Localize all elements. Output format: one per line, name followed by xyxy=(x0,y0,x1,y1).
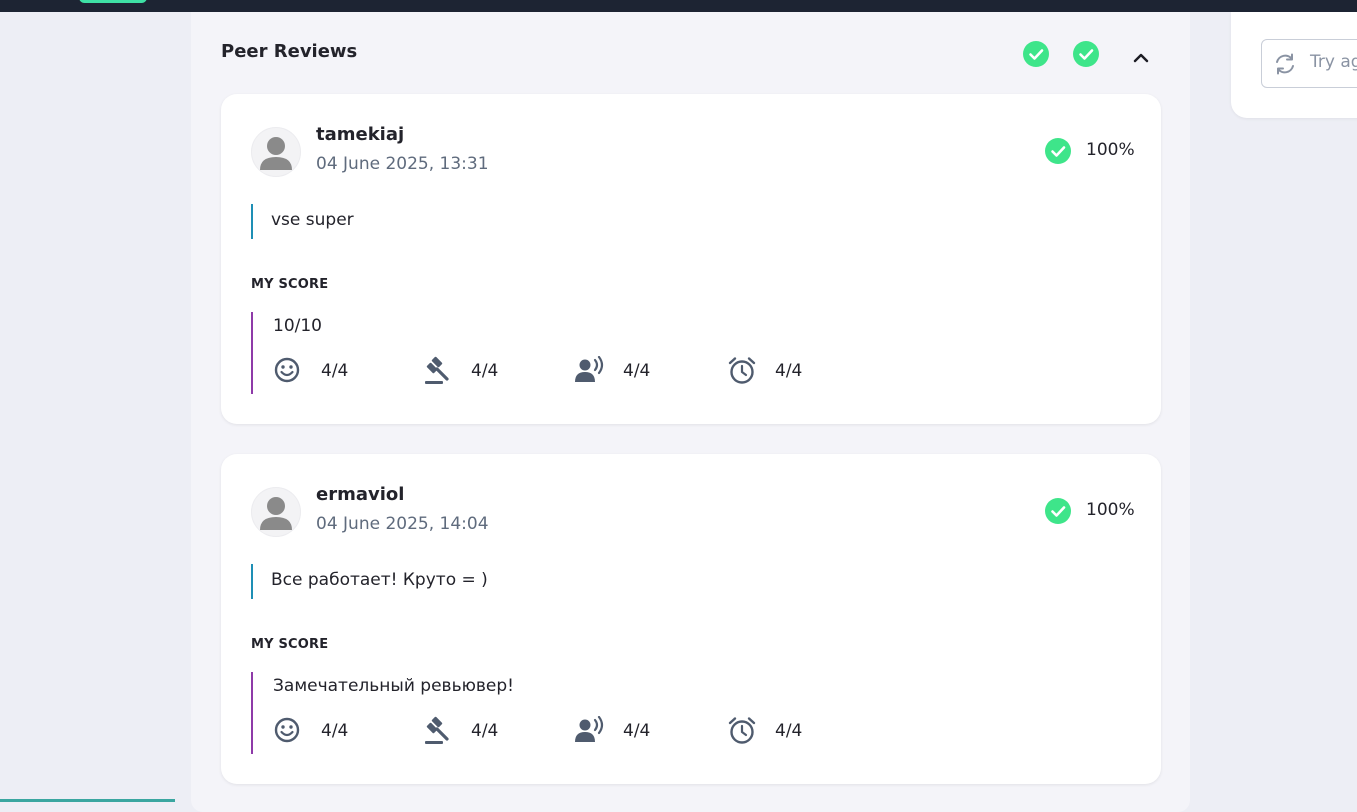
review-comment: vse super xyxy=(251,204,354,239)
smile-icon xyxy=(274,357,300,383)
review-comment: Все работает! Круто = ) xyxy=(251,564,488,599)
try-again-button[interactable]: Try ag xyxy=(1261,39,1357,88)
my-score-label: MY SCORE xyxy=(251,277,329,292)
check-circle-icon xyxy=(1045,138,1071,164)
avatar xyxy=(251,487,301,537)
criterion-value: 4/4 xyxy=(623,361,651,381)
avatar xyxy=(251,127,301,177)
refresh-icon xyxy=(1276,53,1294,75)
review-card: ermaviol 04 June 2025, 14:04 100% Все ра… xyxy=(221,454,1161,784)
review-date: 04 June 2025, 13:31 xyxy=(316,154,489,174)
smile-icon xyxy=(274,717,300,743)
try-again-label: Try ag xyxy=(1310,52,1357,72)
review-percent: 100% xyxy=(1086,140,1135,160)
alarm-clock-icon xyxy=(728,717,756,744)
peer-reviews-panel: Peer Reviews tamekiaj 04 June 2025, 13:3… xyxy=(191,12,1190,812)
my-score-block: Замечательный ревьювер! 4/4 4/4 4/4 4/4 xyxy=(251,672,851,754)
review-percent: 100% xyxy=(1086,500,1135,520)
check-circle-icon xyxy=(1073,41,1099,67)
review-card: tamekiaj 04 June 2025, 13:31 100% vse su… xyxy=(221,94,1161,424)
collapse-chevron-up-icon[interactable] xyxy=(1129,46,1153,70)
my-score-label: MY SCORE xyxy=(251,637,329,652)
speaker-icon xyxy=(575,356,604,382)
navbar-button-edge[interactable] xyxy=(79,0,147,3)
criterion-value: 4/4 xyxy=(775,361,803,381)
reviewer-name[interactable]: ermaviol xyxy=(316,484,404,505)
alarm-clock-icon xyxy=(728,357,756,384)
score-text: Замечательный ревьювер! xyxy=(273,676,514,696)
gavel-icon xyxy=(425,716,449,744)
score-text: 10/10 xyxy=(273,316,322,336)
criterion-value: 4/4 xyxy=(471,361,499,381)
criterion-value: 4/4 xyxy=(471,721,499,741)
review-date: 04 June 2025, 14:04 xyxy=(316,514,489,534)
criterion-value: 4/4 xyxy=(623,721,651,741)
my-score-block: 10/10 4/4 4/4 4/4 4/4 xyxy=(251,312,851,394)
gavel-icon xyxy=(425,356,449,384)
speaker-icon xyxy=(575,716,604,742)
reviewer-name[interactable]: tamekiaj xyxy=(316,124,404,145)
criterion-value: 4/4 xyxy=(321,361,349,381)
check-circle-icon xyxy=(1023,41,1049,67)
side-panel: Try ag xyxy=(1231,12,1357,118)
criterion-value: 4/4 xyxy=(321,721,349,741)
criterion-value: 4/4 xyxy=(775,721,803,741)
top-navbar xyxy=(0,0,1357,12)
check-circle-icon xyxy=(1045,498,1071,524)
panel-title: Peer Reviews xyxy=(221,41,358,62)
